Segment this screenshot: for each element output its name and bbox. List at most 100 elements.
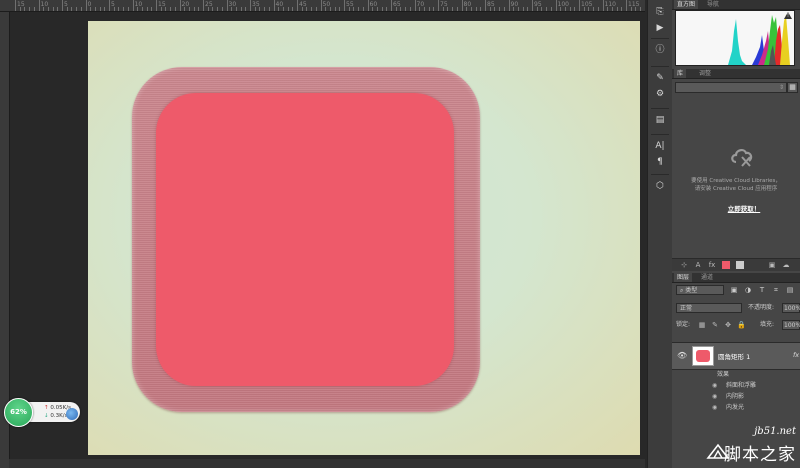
add-graphic-icon[interactable]: ⊹: [680, 261, 688, 269]
ruler-minor-tick: [90, 7, 92, 11]
tab-layers[interactable]: 图层: [674, 273, 693, 282]
effect-eye-icon[interactable]: ◉: [712, 402, 717, 413]
effect-row-inner-shadow[interactable]: ◉ 内阴影: [672, 391, 800, 402]
opacity-field[interactable]: 100%: [782, 303, 800, 313]
lock-all-icon[interactable]: 🔒: [737, 321, 746, 329]
info-icon[interactable]: ⓘ: [653, 44, 667, 56]
ruler-major-tick: [15, 0, 16, 11]
filter-pixel-icon[interactable]: ▣: [730, 286, 738, 294]
warning-icon[interactable]: [784, 12, 792, 19]
properties-icon[interactable]: ▤: [653, 114, 667, 126]
ruler-major-tick: [344, 0, 345, 11]
ruler-minor-tick: [616, 7, 618, 11]
ruler-major-tick: [555, 0, 557, 11]
ruler-minor-tick: [165, 7, 167, 11]
effect-row-bevel[interactable]: ◉ 斜面和浮雕: [672, 380, 800, 391]
ruler-minor-tick: [588, 7, 590, 11]
layer-thumbnail[interactable]: [692, 346, 714, 366]
histogram-view: [675, 10, 795, 66]
add-foreground-color-icon[interactable]: [722, 261, 730, 269]
ruler-major-tick: [391, 0, 392, 11]
play-icon[interactable]: ▶: [653, 22, 667, 34]
effect-eye-icon[interactable]: ◉: [712, 391, 717, 402]
filter-smart-object-icon[interactable]: ▤: [786, 286, 794, 294]
brush-icon[interactable]: ✎: [653, 72, 667, 84]
effect-bevel-label: 斜面和浮雕: [726, 382, 757, 389]
fx-icon[interactable]: fx: [793, 351, 799, 359]
ruler-minor-tick: [630, 7, 632, 11]
ruler-major-tick: [602, 0, 604, 11]
ruler-minor-tick: [447, 7, 449, 11]
ruler-minor-tick: [311, 7, 313, 11]
network-speed-widget[interactable]: ↑ 0.05K/s ↓ 0.3K/s 62%: [4, 398, 80, 427]
adjust-icon[interactable]: ⚙: [653, 88, 667, 100]
ruler-minor-tick: [113, 7, 115, 11]
layer-filter-select[interactable]: ⌕ 类型: [676, 285, 724, 295]
lock-transparent-icon[interactable]: ▦: [698, 321, 706, 329]
ruler-major-tick: [532, 0, 533, 11]
ruler-minor-tick: [137, 7, 139, 11]
filter-adjustment-icon[interactable]: ◑: [744, 286, 752, 294]
lock-pixels-icon[interactable]: ✎: [711, 321, 719, 329]
history-icon[interactable]: ⎘: [653, 6, 667, 18]
dropdown-arrow-icon: ⇕: [778, 84, 784, 91]
ruler-minor-tick: [423, 7, 425, 11]
ruler-major-tick: [367, 0, 369, 11]
ruler-minor-tick: [395, 7, 397, 11]
tab-channels[interactable]: 通道: [698, 273, 716, 282]
fill-field[interactable]: 100%: [782, 320, 800, 330]
libraries-footer: ⊹ A fx ▣ ☁: [672, 258, 800, 271]
layer-row-rounded-rect[interactable]: 👁 圆角矩形 1 fx: [672, 342, 800, 370]
3d-icon[interactable]: ⬡: [653, 180, 667, 192]
tab-adjustments[interactable]: 调整: [696, 69, 714, 78]
panel-icon-column: ⎘ ▶ ⓘ ✎ ⚙ ▤ A| ¶ ⬡: [647, 0, 673, 468]
rounded-rect-outer-shape[interactable]: [132, 67, 480, 412]
ruler-minor-tick: [66, 7, 68, 11]
layer-name[interactable]: 圆角矩形 1: [718, 351, 750, 361]
ruler-major-tick: [38, 0, 40, 11]
add-character-style-icon[interactable]: A: [694, 261, 702, 269]
filter-type-icon[interactable]: T: [758, 286, 766, 294]
speed-percent-circle[interactable]: 62%: [4, 398, 33, 427]
ruler-major-tick: [485, 0, 486, 11]
grid-view-icon[interactable]: ▦: [787, 82, 798, 93]
filter-shape-icon[interactable]: ⌗: [772, 286, 780, 294]
speed-ball-icon[interactable]: [66, 408, 78, 420]
ruler-minor-tick: [353, 7, 355, 11]
right-panels: 直方图 导航 库 调整 ⇕ ▦ 要使用 Creative Cloud Libra…: [672, 0, 800, 468]
paragraph-icon[interactable]: ¶: [653, 156, 667, 168]
tab-libraries[interactable]: 库: [674, 69, 687, 78]
ruler-minor-tick: [33, 7, 35, 11]
ruler-minor-tick: [433, 7, 435, 11]
visibility-eye-icon[interactable]: 👁: [677, 351, 687, 360]
library-select[interactable]: ⇕: [675, 82, 787, 93]
ruler-minor-tick: [43, 7, 45, 11]
add-layer-style-icon[interactable]: fx: [708, 261, 716, 269]
ruler-minor-tick: [400, 7, 402, 11]
lock-position-icon[interactable]: ✥: [724, 321, 732, 329]
lock-label: 锁定:: [676, 321, 691, 328]
ruler-major-tick: [273, 0, 275, 11]
ruler-minor-tick: [428, 7, 430, 11]
ruler-minor-tick: [141, 7, 143, 11]
ruler-major-tick: [438, 0, 439, 11]
effect-row-inner-glow[interactable]: ◉ 内发光: [672, 402, 800, 413]
ruler-minor-tick: [513, 7, 515, 11]
library-info-icon[interactable]: ▣: [768, 261, 776, 269]
ruler-minor-tick: [376, 7, 378, 11]
character-icon[interactable]: A|: [653, 140, 667, 152]
get-it-now-link[interactable]: 立即获取！: [672, 203, 800, 213]
blend-mode-select[interactable]: 正常: [676, 303, 742, 313]
ruler-major-tick: [320, 0, 322, 11]
ruler-minor-tick: [47, 7, 49, 11]
tab-histogram[interactable]: 直方图: [674, 0, 699, 9]
ruler-minor-tick: [231, 7, 233, 11]
cloud-sync-icon[interactable]: ☁: [782, 261, 790, 269]
rounded-rect-inner-shape[interactable]: [156, 93, 454, 386]
effects-header[interactable]: 效果: [672, 369, 800, 380]
effect-eye-icon[interactable]: ◉: [712, 380, 717, 391]
tab-navigator[interactable]: 导航: [704, 0, 722, 9]
document-canvas[interactable]: [88, 21, 640, 455]
add-background-color-icon[interactable]: [736, 261, 744, 269]
ruler-minor-tick: [635, 7, 637, 11]
